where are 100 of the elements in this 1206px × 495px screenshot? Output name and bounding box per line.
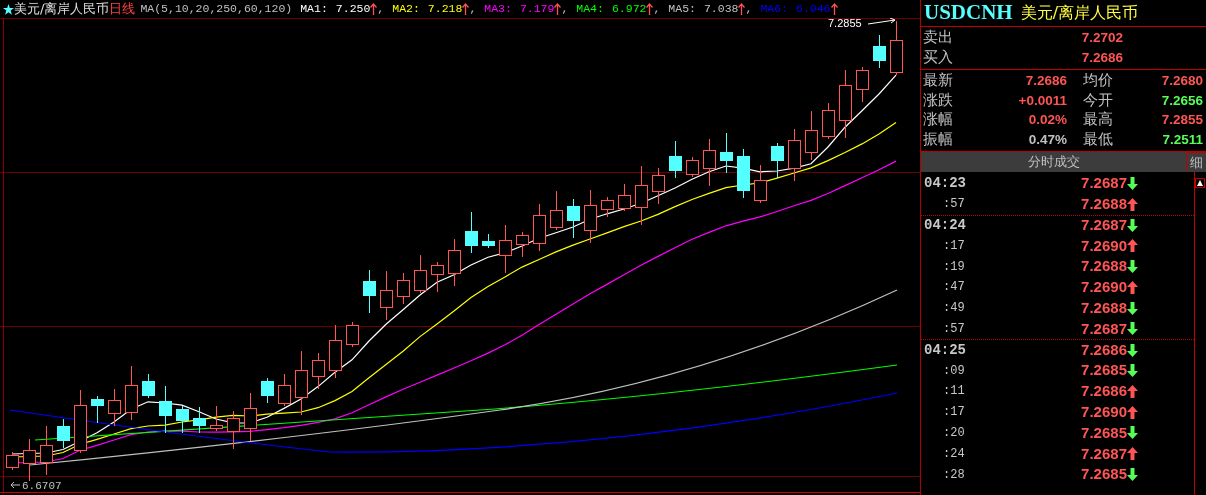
candlestick bbox=[210, 405, 223, 432]
candlestick bbox=[278, 373, 291, 407]
candlestick bbox=[40, 425, 53, 476]
tick-price: 7.2688 bbox=[1080, 193, 1127, 214]
separator-comma: , bbox=[469, 1, 477, 17]
tick-time: 04:24 bbox=[923, 216, 967, 235]
candlestick bbox=[890, 20, 903, 76]
tick-time: 04:23 bbox=[923, 173, 967, 193]
tick-price: 7.2686 bbox=[1080, 340, 1127, 361]
tick-price: 7.2685 bbox=[1080, 464, 1127, 485]
candlestick bbox=[23, 438, 36, 482]
instrument-name: 美元/离岸人民币 bbox=[1020, 2, 1139, 24]
tick-time: :17 bbox=[942, 237, 966, 255]
candlestick bbox=[635, 165, 648, 226]
tick-time: :20 bbox=[942, 424, 966, 442]
leader-line bbox=[867, 18, 896, 25]
instrument-code: USDCNH bbox=[924, 0, 1013, 27]
leader-line bbox=[10, 481, 21, 489]
quote-value: 7.2686 bbox=[1024, 72, 1067, 90]
indicator-value: 7.038 bbox=[703, 1, 739, 17]
candlestick bbox=[142, 373, 155, 399]
period-label: 日线 bbox=[109, 0, 136, 18]
detail-tab[interactable]: 细 bbox=[1186, 152, 1206, 172]
candlestick bbox=[482, 233, 495, 249]
tick-time: 04:25 bbox=[923, 340, 967, 360]
candlestick bbox=[550, 190, 563, 231]
separator-comma: , bbox=[561, 1, 569, 17]
indicator-name: MA5: bbox=[668, 1, 696, 17]
section-header: 分时成交 bbox=[1026, 153, 1081, 171]
tick-time: :11 bbox=[942, 383, 966, 401]
tick-time: :57 bbox=[942, 320, 966, 338]
indicator-name: MA3: bbox=[484, 1, 512, 17]
quote-value: 7.2511 bbox=[1161, 130, 1203, 149]
quote-label: 卖出 bbox=[923, 28, 954, 48]
quote-label: 最新 bbox=[923, 71, 954, 91]
indicator-name: MA2: bbox=[392, 1, 420, 17]
tick-price: 7.2687 bbox=[1080, 173, 1127, 194]
candlestick bbox=[720, 132, 733, 174]
tick-time: :24 bbox=[942, 445, 966, 463]
candlestick bbox=[159, 385, 172, 434]
indicator-value: 7.179 bbox=[519, 1, 555, 17]
separator-comma: , bbox=[653, 1, 661, 17]
indicator-name: MA1: bbox=[300, 1, 328, 17]
tick-time: :09 bbox=[942, 362, 966, 380]
candlestick bbox=[57, 418, 70, 449]
indicator-value: 6.972 bbox=[611, 1, 647, 17]
indicator-value: 7.250 bbox=[335, 1, 371, 17]
separator-comma: , bbox=[745, 1, 753, 17]
candlestick bbox=[397, 272, 410, 305]
candlestick bbox=[465, 211, 478, 254]
candlestick bbox=[6, 451, 19, 471]
candlestick bbox=[193, 406, 206, 434]
quote-value: 7.2686 bbox=[1080, 48, 1123, 67]
candlestick bbox=[567, 198, 580, 239]
quote-value: 7.2702 bbox=[1080, 29, 1123, 47]
scroll-up-icon[interactable] bbox=[1195, 178, 1205, 188]
indicator-value: 6.946 bbox=[796, 1, 831, 17]
candlestick bbox=[108, 388, 121, 427]
candlestick bbox=[414, 254, 427, 294]
tick-price: 7.2685 bbox=[1080, 360, 1127, 381]
candlestick bbox=[686, 156, 699, 178]
candlestick bbox=[499, 224, 512, 274]
candlestick bbox=[533, 203, 546, 252]
separator-comma: , bbox=[377, 1, 385, 17]
candlestick bbox=[771, 142, 784, 179]
candlestick bbox=[244, 392, 257, 442]
candlestick bbox=[312, 352, 325, 390]
quote-value: 0.47% bbox=[1027, 130, 1067, 149]
candlestick bbox=[295, 350, 308, 416]
candlestick bbox=[380, 270, 393, 321]
candlestick bbox=[346, 321, 359, 348]
candlestick bbox=[754, 164, 767, 204]
candlestick bbox=[125, 365, 138, 421]
high-price-label: 7.2855 bbox=[828, 18, 862, 29]
candlestick bbox=[363, 269, 376, 314]
candlestick bbox=[329, 324, 342, 379]
candlestick bbox=[448, 238, 461, 287]
candlestick bbox=[788, 128, 801, 182]
ma-settings-label: MA(5,10,20,250,60,120) bbox=[140, 1, 293, 17]
quote-value: 7.2855 bbox=[1160, 111, 1203, 129]
quote-label: 最低 bbox=[1083, 129, 1114, 149]
tick-time: :47 bbox=[942, 279, 966, 297]
tick-price: 7.2685 bbox=[1080, 422, 1127, 443]
tick-time: :49 bbox=[942, 300, 966, 318]
candlestick bbox=[856, 66, 869, 103]
candlestick bbox=[737, 148, 750, 199]
quote-label: 今开 bbox=[1083, 90, 1114, 110]
quote-value: 7.2680 bbox=[1160, 72, 1203, 90]
star-icon bbox=[3, 3, 14, 15]
quote-label: 买入 bbox=[923, 47, 954, 67]
tick-time: :17 bbox=[942, 404, 966, 422]
tick-price: 7.2690 bbox=[1080, 235, 1127, 256]
candlestick bbox=[652, 167, 665, 205]
quote-value: 7.2656 bbox=[1160, 91, 1203, 110]
candlestick bbox=[618, 183, 631, 212]
candlestick bbox=[601, 196, 614, 218]
candlestick bbox=[584, 189, 597, 244]
quote-label: 涨幅 bbox=[923, 110, 954, 130]
tick-price: 7.2690 bbox=[1080, 401, 1127, 422]
candlestick bbox=[176, 405, 189, 434]
